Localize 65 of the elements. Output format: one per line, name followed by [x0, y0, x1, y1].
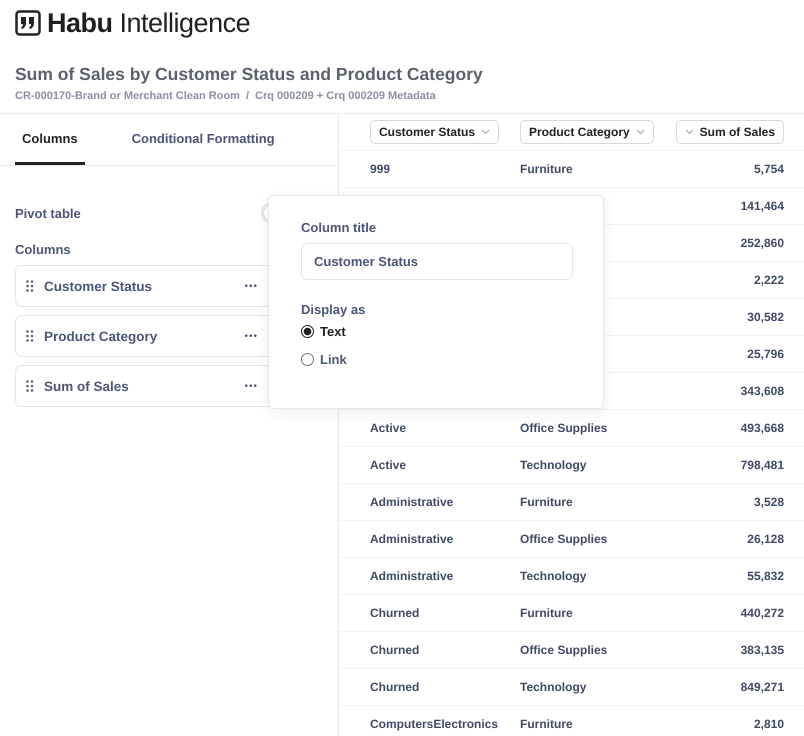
- table-cell: Office Supplies: [520, 421, 608, 435]
- table-cell: ComputersElectronics: [370, 717, 498, 731]
- table-cell: Technology: [520, 569, 586, 583]
- table-cell: 26,128: [747, 532, 784, 546]
- radio-button[interactable]: [301, 352, 314, 366]
- column-header-button[interactable]: Product Category: [520, 120, 654, 144]
- table-cell: Administrative: [370, 569, 454, 583]
- page-title: Sum of Sales by Customer Status and Product Category: [15, 64, 484, 85]
- table-cell: 30,582: [747, 310, 784, 324]
- table-cell: Furniture: [520, 606, 573, 620]
- column-name: Sum of Sales: [44, 378, 130, 394]
- table-cell: 798,481: [740, 458, 784, 472]
- field-label: Column title: [301, 220, 378, 235]
- table-cell: Office Supplies: [520, 643, 608, 657]
- column-name: Product Category: [44, 328, 158, 344]
- table-cell: 343,608: [740, 384, 784, 398]
- table-cell: 5,754: [754, 162, 784, 176]
- column-header-button[interactable]: Customer Status: [370, 120, 500, 144]
- chevron-down-icon: [636, 129, 645, 135]
- table-cell: Churned: [370, 680, 420, 694]
- drag-handle-icon[interactable]: [26, 280, 34, 292]
- drag-handle-icon[interactable]: [26, 380, 34, 392]
- table-cell: Administrative: [370, 532, 454, 546]
- tab[interactable]: Columns: [15, 114, 85, 165]
- table-cell: Furniture: [520, 162, 573, 176]
- table-cell: 383,135: [740, 643, 784, 657]
- table-cell: Active: [370, 458, 406, 472]
- table-cell: 141,464: [740, 199, 784, 213]
- chevron-down-icon: [684, 129, 694, 135]
- table-cell: 2,222: [754, 273, 784, 287]
- table-cell: 252,860: [740, 236, 784, 250]
- table-cell: Office Supplies: [520, 532, 608, 546]
- more-button[interactable]: •••: [244, 330, 258, 342]
- breadcrumb-separator: /: [246, 90, 250, 102]
- table-cell: Churned: [370, 606, 420, 620]
- section-label: Columns: [15, 242, 72, 257]
- radio-label[interactable]: Text: [320, 324, 346, 338]
- column-header-button[interactable]: Sum of Sales: [676, 120, 784, 144]
- column-name: Customer Status: [44, 278, 154, 294]
- table-cell: 849,271: [740, 680, 784, 694]
- pivot-table-label: Pivot table: [15, 206, 81, 220]
- column-title-field[interactable]: Customer Status: [301, 243, 573, 280]
- radio-button[interactable]: [301, 324, 314, 338]
- table-cell: Administrative: [370, 495, 454, 509]
- table-cell: Technology: [520, 680, 586, 694]
- table-cell: 493,668: [740, 421, 784, 435]
- table-cell: 55,832: [747, 569, 784, 583]
- more-button[interactable]: •••: [244, 280, 258, 292]
- chevron-down-icon: [481, 129, 490, 135]
- table-cell: 25,796: [747, 347, 784, 361]
- table-cell: Churned: [370, 643, 420, 657]
- drag-handle-icon[interactable]: [26, 330, 34, 342]
- radio-label[interactable]: Link: [320, 352, 347, 366]
- table-cell: Technology: [520, 458, 586, 472]
- tab[interactable]: Conditional Formatting: [124, 114, 282, 165]
- more-button[interactable]: •••: [244, 380, 258, 392]
- table-cell: Furniture: [520, 717, 573, 731]
- table-cell: 440,272: [740, 606, 784, 620]
- logo-text: Habu Intelligence: [47, 8, 250, 38]
- table-cell: 2,810: [754, 717, 784, 731]
- logo-icon: [15, 10, 41, 36]
- table-cell: Furniture: [520, 495, 573, 509]
- table-cell: 999: [370, 162, 390, 176]
- table-cell: Active: [370, 421, 406, 435]
- table-cell: 3,528: [754, 495, 784, 509]
